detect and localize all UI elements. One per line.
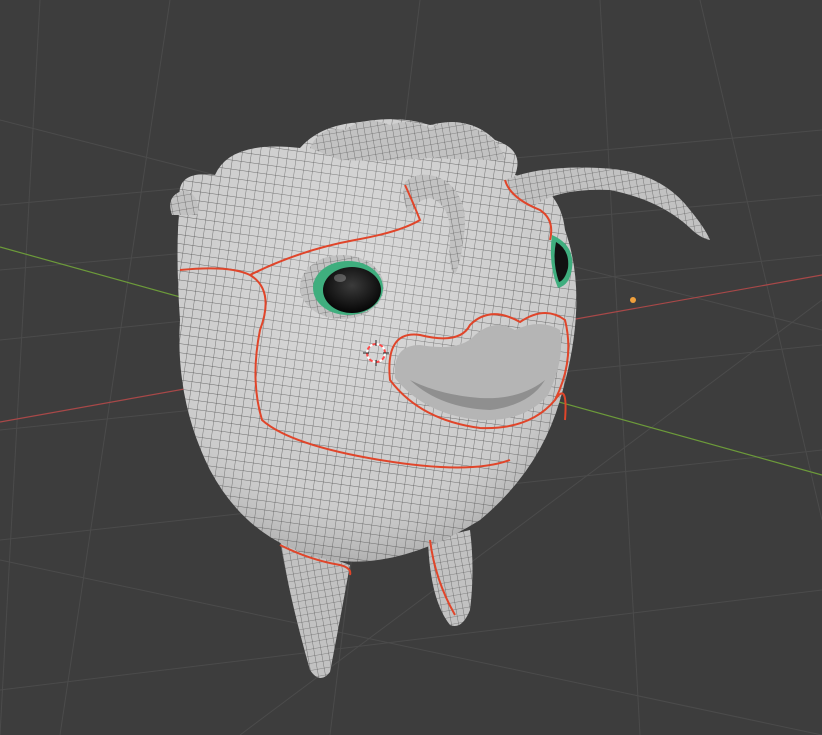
3d-viewport[interactable] xyxy=(0,0,822,735)
leg-right xyxy=(428,530,473,626)
creature-mesh[interactable] xyxy=(170,119,710,679)
light-point-icon[interactable] xyxy=(630,297,636,303)
viewport-canvas[interactable] xyxy=(0,0,822,735)
eye-left xyxy=(300,255,384,319)
